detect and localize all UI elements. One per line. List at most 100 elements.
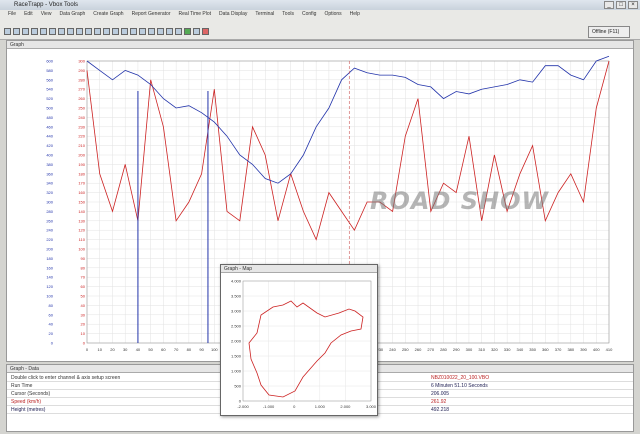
menu-item-file[interactable]: File [8, 10, 16, 18]
left-tick-label: 440 [46, 134, 53, 139]
left-tick-label: 580 [46, 68, 53, 73]
data-row-value: 261.92 [431, 399, 447, 405]
data-row-key: Height (metres) [11, 407, 46, 413]
menu-item-data-graph[interactable]: Data Graph [59, 10, 85, 18]
split-icon[interactable] [148, 28, 155, 35]
config-icon[interactable] [85, 28, 92, 35]
left-tick-label: 160 [46, 265, 53, 270]
save-file-icon[interactable] [13, 28, 20, 35]
print-icon[interactable] [22, 28, 29, 35]
green-flag-icon[interactable] [184, 28, 191, 35]
right-tick-label: 110 [79, 237, 86, 242]
offline-button[interactable]: Offline (F11) [588, 26, 630, 38]
track-line [248, 300, 364, 398]
x-tick-label: 90 [199, 347, 204, 352]
map-icon[interactable] [40, 28, 47, 35]
help-icon[interactable] [175, 28, 182, 35]
compare-icon[interactable] [103, 28, 110, 35]
data-row-key: Double click to enter channel & axis set… [11, 375, 121, 381]
maximize-button[interactable]: □ [616, 1, 626, 9]
menu-item-edit[interactable]: Edit [24, 10, 33, 18]
delete-icon[interactable] [202, 28, 209, 35]
left-tick-label: 360 [46, 171, 53, 176]
x-tick-label: 360 [542, 347, 549, 352]
menu-item-real-time-plot[interactable]: Real Time Plot [179, 10, 212, 18]
x-tick-label: 40 [136, 347, 141, 352]
menu-item-terminal[interactable]: Terminal [255, 10, 274, 18]
right-tick-label: 240 [78, 115, 85, 120]
right-tick-label: 260 [78, 96, 85, 101]
right-tick-label: 200 [78, 153, 85, 158]
menu-item-config[interactable]: Config [302, 10, 316, 18]
x-tick-label: 310 [478, 347, 485, 352]
marker-icon[interactable] [130, 28, 137, 35]
right-tick-label: 0 [83, 341, 86, 346]
left-tick-label: 520 [46, 96, 53, 101]
left-tick-label: 320 [46, 190, 53, 195]
menu-item-create-graph[interactable]: Create Graph [93, 10, 123, 18]
map-window[interactable]: Graph - Map 4.000 3.500 3.000 2.500 2.000 1.5… [220, 264, 378, 416]
zoom-in-icon[interactable] [49, 28, 56, 35]
x-tick-label: 290 [453, 347, 460, 352]
data-row-key: Cursor (Seconds) [11, 391, 51, 397]
right-tick-label: 70 [81, 275, 86, 280]
x-tick-label: 70 [174, 347, 179, 352]
right-tick-label: 230 [78, 124, 85, 129]
left-tick-label: 240 [46, 228, 53, 233]
right-tick-label: 220 [78, 134, 85, 139]
right-tick-label: 300 [78, 59, 85, 64]
ruler-icon[interactable] [157, 28, 164, 35]
track-map[interactable]: 4.0003.5003.0002.5002.0001.5001.0005000-… [221, 273, 377, 415]
right-tick-label: 180 [78, 171, 85, 176]
right-tick-label: 170 [78, 181, 85, 186]
right-tick-label: 20 [81, 322, 86, 327]
lap-icon[interactable] [94, 28, 101, 35]
menu-item-help[interactable]: Help [350, 10, 360, 18]
menu-item-data-display[interactable]: Data Display [219, 10, 247, 18]
left-tick-label: 220 [46, 237, 53, 242]
left-tick-label: 200 [46, 247, 53, 252]
map-x-tick-label: -1.000 [263, 404, 275, 409]
left-tick-label: 480 [46, 115, 53, 120]
arrow-icon[interactable] [193, 28, 200, 35]
filter-icon[interactable] [121, 28, 128, 35]
cursor-icon[interactable] [67, 28, 74, 35]
zoom-out-icon[interactable] [58, 28, 65, 35]
right-tick-label: 100 [78, 247, 85, 252]
export-icon[interactable] [166, 28, 173, 35]
x-tick-label: 350 [529, 347, 536, 352]
menu-item-view[interactable]: View [41, 10, 52, 18]
menu-item-report-generator[interactable]: Report Generator [132, 10, 171, 18]
graph-icon[interactable] [31, 28, 38, 35]
table-icon[interactable] [112, 28, 119, 35]
x-tick-label: 340 [517, 347, 524, 352]
flag-icon[interactable] [139, 28, 146, 35]
minimize-button[interactable]: _ [604, 1, 614, 9]
x-tick-label: 10 [98, 347, 103, 352]
left-tick-label: 420 [46, 143, 53, 148]
x-tick-label: 240 [389, 347, 396, 352]
x-tick-label: 50 [148, 347, 153, 352]
x-tick-label: 390 [580, 347, 587, 352]
left-tick-label: 140 [46, 275, 53, 280]
menu-item-options[interactable]: Options [324, 10, 341, 18]
right-tick-label: 280 [78, 77, 85, 82]
left-tick-label: 340 [46, 181, 53, 186]
right-tick-label: 90 [81, 256, 86, 261]
left-tick-label: 80 [49, 303, 54, 308]
close-button[interactable]: × [628, 1, 638, 9]
channel-icon[interactable] [76, 28, 83, 35]
x-tick-label: 300 [466, 347, 473, 352]
open-file-icon[interactable] [4, 28, 11, 35]
graph-panel-title: Graph [7, 41, 633, 49]
x-tick-label: 320 [491, 347, 498, 352]
x-tick-label: 250 [402, 347, 409, 352]
right-tick-label: 140 [78, 209, 85, 214]
window-title: RaceTrapp - Vbox Tools [0, 0, 640, 10]
map-x-tick-label: 3.000 [366, 404, 377, 409]
x-tick-label: 400 [593, 347, 600, 352]
menu-item-tools[interactable]: Tools [282, 10, 294, 18]
map-x-tick-label: 0 [293, 404, 296, 409]
data-row-key: Run Time [11, 383, 33, 389]
left-tick-label: 100 [46, 294, 53, 299]
